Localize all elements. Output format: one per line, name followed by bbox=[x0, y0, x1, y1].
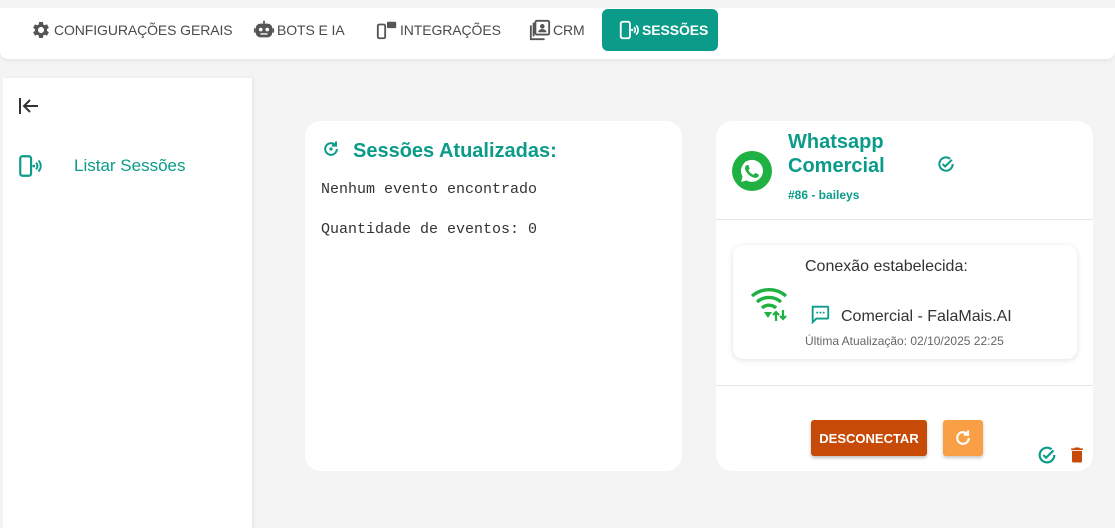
session-name: Whatsapp Comercial bbox=[788, 131, 885, 177]
gear-icon bbox=[30, 19, 52, 41]
refresh-icon bbox=[956, 430, 970, 445]
connection-session-name: Comercial - FalaMais.AI bbox=[841, 307, 1012, 325]
divider bbox=[716, 385, 1093, 386]
last-update-text: Última Atualização: 02/10/2025 22:25 bbox=[805, 334, 1004, 348]
events-card: Sessões Atualizadas: Nenhum evento encon… bbox=[305, 121, 682, 471]
contacts-icon bbox=[529, 19, 551, 41]
empty-events-message: Nenhum evento encontrado bbox=[321, 181, 538, 198]
connection-status-panel: Conexão estabelecida: Comercial - FalaMa… bbox=[733, 245, 1077, 359]
tab-crm[interactable]: CRM bbox=[529, 9, 585, 51]
wifi-signal-icon bbox=[750, 286, 790, 327]
tab-label: CRM bbox=[553, 22, 585, 38]
tab-integracoes[interactable]: INTEGRAÇÕES bbox=[376, 9, 501, 51]
connection-session-row: Comercial - FalaMais.AI bbox=[809, 303, 1012, 330]
tab-label: CONFIGURAÇÕES GERAIS bbox=[54, 22, 233, 38]
verified-icon bbox=[936, 154, 956, 179]
sidebar-item-label: Listar Sessões bbox=[74, 156, 186, 175]
phone-signal-icon bbox=[17, 153, 43, 179]
collapse-sidebar-icon[interactable] bbox=[17, 94, 41, 118]
whatsapp-icon bbox=[732, 151, 772, 191]
connection-status-text: Conexão estabelecida: bbox=[805, 258, 968, 275]
tab-label: BOTS E IA bbox=[277, 22, 345, 38]
tab-label: SESSÕES bbox=[642, 22, 709, 38]
chat-bubble-icon bbox=[809, 303, 831, 330]
divider bbox=[716, 219, 1093, 220]
session-subtitle: #86 - baileys bbox=[788, 188, 860, 202]
refresh-icon bbox=[321, 139, 341, 164]
events-card-header: Sessões Atualizadas: bbox=[321, 139, 557, 164]
tab-bots-e-ia[interactable]: BOTS E IA bbox=[253, 9, 345, 51]
session-card: Whatsapp Comercial #86 - baileys Conexão… bbox=[716, 121, 1093, 471]
disconnect-button[interactable]: DESCONECTAR bbox=[811, 420, 927, 456]
robot-icon bbox=[253, 19, 275, 41]
devices-icon bbox=[376, 19, 398, 41]
refresh-button[interactable] bbox=[943, 420, 983, 456]
delete-session-icon[interactable] bbox=[1067, 444, 1087, 471]
tab-sessoes[interactable]: SESSÕES bbox=[602, 9, 718, 51]
verify-session-icon[interactable] bbox=[1036, 444, 1058, 471]
top-nav-bar: CONFIGURAÇÕES GERAIS BOTS E IA INTEGRAÇÕ… bbox=[0, 8, 1115, 59]
events-card-title: Sessões Atualizadas: bbox=[353, 140, 557, 162]
phone-signal-icon bbox=[618, 19, 640, 41]
tab-configuracoes-gerais[interactable]: CONFIGURAÇÕES GERAIS bbox=[30, 9, 233, 51]
events-count: Quantidade de eventos: 0 bbox=[321, 221, 538, 238]
tab-label: INTEGRAÇÕES bbox=[400, 22, 501, 38]
sidebar-item-listar-sessoes[interactable]: Listar Sessões bbox=[17, 152, 242, 180]
sidebar: Listar Sessões bbox=[3, 78, 252, 528]
